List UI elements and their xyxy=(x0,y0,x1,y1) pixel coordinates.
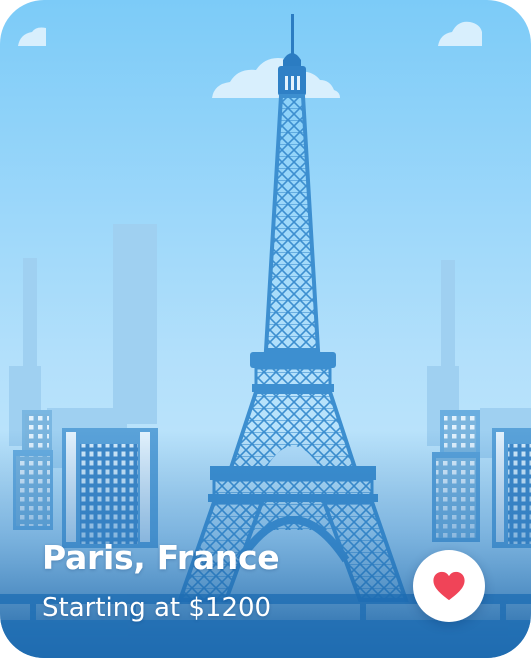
destination-card[interactable]: Paris, France Starting at $1200 xyxy=(0,0,531,658)
favorite-button[interactable] xyxy=(413,550,485,622)
price-label: Starting at $1200 xyxy=(42,593,272,623)
heart-icon xyxy=(433,571,465,601)
destination-title: Paris, France xyxy=(42,538,280,577)
